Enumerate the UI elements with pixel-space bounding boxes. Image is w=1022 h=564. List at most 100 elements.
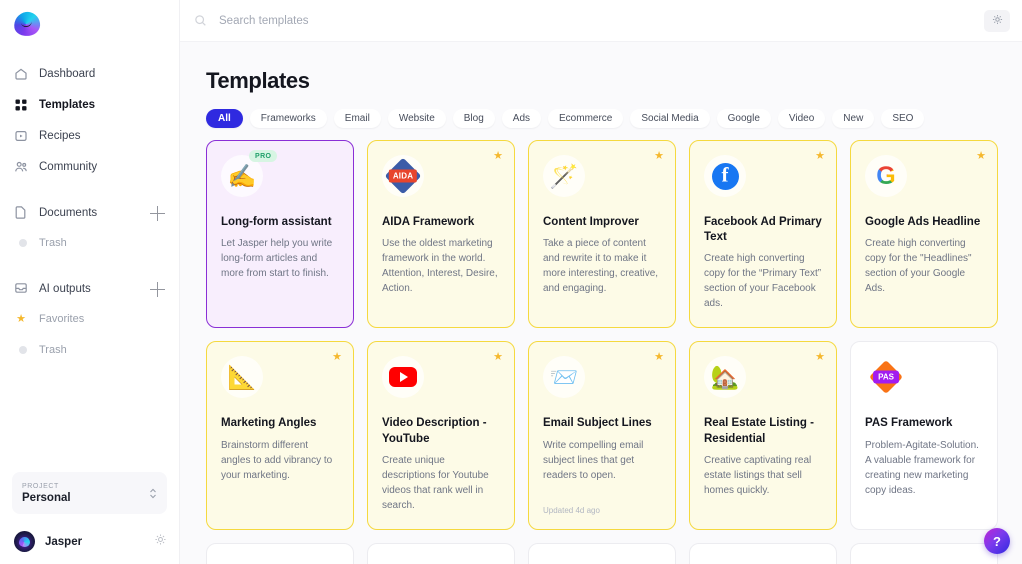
sidebar-divider-gap — [0, 186, 179, 202]
template-card[interactable]: ★Video Description - YouTubeCreate uniqu… — [367, 341, 515, 529]
sidebar-item-recipes[interactable]: Recipes — [14, 124, 169, 148]
recipe-play-icon — [14, 129, 28, 143]
favorite-star-icon[interactable]: ★ — [654, 151, 664, 162]
template-title: AIDA Framework — [382, 215, 500, 230]
favorite-star-icon[interactable]: ★ — [815, 151, 825, 162]
pas-logo-icon: PAS — [872, 363, 900, 391]
template-title: Long-form assistant — [221, 215, 339, 230]
pro-badge: PRO — [249, 150, 277, 162]
sidebar-item-favorites[interactable]: ★ Favorites — [14, 307, 169, 331]
sidebar-item-dashboard[interactable]: Dashboard — [14, 62, 169, 86]
sidebar-primary-nav: Dashboard Templates Recipes Community — [0, 62, 179, 186]
jasper-logo-icon[interactable] — [12, 10, 41, 37]
project-caption: PROJECT — [22, 483, 71, 490]
template-description: Brainstorm different angles to add vibra… — [221, 438, 339, 483]
template-card[interactable]: ★AIDAAIDA FrameworkUse the oldest market… — [367, 140, 515, 328]
template-card[interactable]: ★🪄Content ImproverTake a piece of conten… — [528, 140, 676, 328]
sidebar-group-label: Documents — [39, 207, 97, 219]
logo-container[interactable] — [0, 0, 179, 44]
filter-chip-blog[interactable]: Blog — [453, 109, 495, 128]
favorite-star-icon[interactable]: ★ — [332, 352, 342, 363]
sidebar-item-documents-trash[interactable]: Trash — [14, 231, 169, 255]
project-switcher[interactable]: PROJECT Personal — [12, 472, 167, 514]
template-description: Use the oldest marketing framework in th… — [382, 236, 500, 296]
topbar — [180, 0, 1022, 42]
template-description: Take a piece of content and rewrite it t… — [543, 236, 661, 296]
avatar[interactable] — [14, 531, 35, 552]
document-icon — [14, 205, 28, 222]
sidebar-item-label: Favorites — [39, 313, 84, 325]
template-icon: ◇ — [221, 558, 263, 564]
templates-grid: ✍️PROLong-form assistantLet Jasper help … — [206, 140, 998, 564]
filter-chip-social-media[interactable]: Social Media — [630, 109, 709, 128]
favorite-star-icon[interactable]: ★ — [976, 151, 986, 162]
template-icon — [382, 356, 424, 398]
sidebar-item-ai-trash[interactable]: Trash — [14, 338, 169, 362]
template-card[interactable]: ★🏡Real Estate Listing - ResidentialCreat… — [689, 341, 837, 529]
template-description: Create high converting copy for the "Hea… — [865, 236, 983, 296]
filter-chip-new[interactable]: New — [832, 109, 874, 128]
template-card[interactable]: PASPAS FrameworkProblem-Agitate-Solution… — [850, 341, 998, 529]
filter-chip-seo[interactable]: SEO — [881, 109, 924, 128]
page-title: Templates — [206, 68, 998, 94]
sidebar-item-label: Community — [39, 161, 97, 173]
sidebar-item-label: Dashboard — [39, 68, 95, 80]
filter-chip-email[interactable]: Email — [334, 109, 381, 128]
search-input[interactable] — [215, 15, 976, 27]
favorite-star-icon[interactable]: ★ — [493, 151, 503, 162]
filter-chip-website[interactable]: Website — [388, 109, 446, 128]
template-title: Facebook Ad Primary Text — [704, 215, 822, 245]
main-column: Templates All Frameworks Email Website Blog A… — [180, 0, 1022, 564]
theme-toggle-button[interactable] — [984, 10, 1010, 32]
template-card[interactable]: ◇ — [850, 543, 998, 564]
template-icon: ◇ — [865, 558, 907, 564]
incoming-envelope-icon: 📨 — [550, 366, 579, 389]
template-icon: 🏡 — [704, 356, 746, 398]
template-card[interactable]: ★GGoogle Ads HeadlineCreate high convert… — [850, 140, 998, 328]
sidebar-item-community[interactable]: Community — [14, 155, 169, 179]
home-icon — [14, 67, 28, 81]
gear-icon[interactable] — [154, 533, 167, 551]
sidebar-item-templates[interactable]: Templates — [14, 93, 169, 117]
filter-chip-frameworks[interactable]: Frameworks — [250, 109, 327, 128]
people-icon — [14, 160, 28, 174]
filter-chip-video[interactable]: Video — [778, 109, 825, 128]
sidebar: Dashboard Templates Recipes Community — [0, 0, 180, 564]
template-card[interactable]: ★📨Email Subject LinesWrite compelling em… — [528, 341, 676, 529]
star-icon: ★ — [14, 312, 28, 326]
sidebar-item-ai-outputs[interactable]: AI outputs — [14, 281, 91, 298]
template-title: Video Description - YouTube — [382, 416, 500, 446]
sparkle-icon — [992, 13, 1003, 28]
template-icon: ◇ — [543, 558, 585, 564]
trash-dot-icon — [14, 343, 28, 357]
help-button[interactable]: ? — [984, 528, 1010, 554]
template-description: Problem-Agitate-Solution. A valuable fra… — [865, 438, 983, 498]
filter-chip-google[interactable]: Google — [717, 109, 771, 128]
template-card[interactable]: ◇ — [206, 543, 354, 564]
sidebar-item-documents[interactable]: Documents — [14, 205, 97, 222]
template-card[interactable]: ◇ — [689, 543, 837, 564]
template-card[interactable]: ★📐Marketing AnglesBrainstorm different a… — [206, 341, 354, 529]
favorite-star-icon[interactable]: ★ — [493, 352, 503, 363]
favorite-star-icon[interactable]: ★ — [654, 352, 664, 363]
filter-chip-ecommerce[interactable]: Ecommerce — [548, 109, 623, 128]
template-card[interactable]: ◇ — [367, 543, 515, 564]
template-title: Email Subject Lines — [543, 416, 661, 431]
template-icon: 📨 — [543, 356, 585, 398]
template-card[interactable]: ★Facebook Ad Primary TextCreate high con… — [689, 140, 837, 328]
main-region: Templates All Frameworks Email Website Blog A… — [180, 0, 1022, 564]
user-row: Jasper — [14, 531, 167, 552]
grid-icon — [14, 98, 28, 112]
triangular-ruler-icon: 📐 — [228, 366, 257, 389]
template-card[interactable]: ◇ — [528, 543, 676, 564]
add-document-button[interactable] — [150, 206, 165, 221]
content-area: Templates All Frameworks Email Website Blog A… — [180, 42, 1022, 564]
add-ai-output-button[interactable] — [150, 282, 165, 297]
favorite-star-icon[interactable]: ★ — [815, 352, 825, 363]
template-title: Content Improver — [543, 215, 661, 230]
template-card[interactable]: ✍️PROLong-form assistantLet Jasper help … — [206, 140, 354, 328]
filter-chip-all[interactable]: All — [206, 109, 243, 128]
filter-chip-ads[interactable]: Ads — [502, 109, 541, 128]
sidebar-item-label: Trash — [39, 344, 67, 356]
chevron-updown-icon — [149, 487, 157, 500]
